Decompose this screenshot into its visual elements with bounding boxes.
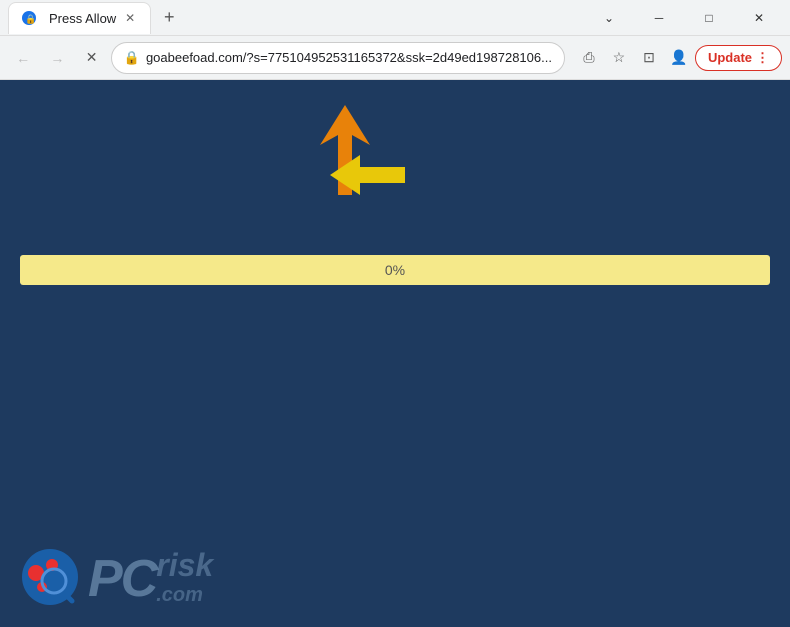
profile-button[interactable]: 👤 — [665, 44, 693, 72]
window-controls: ⌄ ─ □ ✕ — [586, 2, 782, 34]
url-action-buttons: ⎙ ☆ ⊡ 👤 Update ⋮ — [575, 44, 782, 72]
lock-icon: 🔒 — [124, 50, 140, 66]
pcrisk-pc-text: PC — [88, 553, 156, 605]
forward-button[interactable]: → — [42, 42, 72, 74]
minimize-button[interactable]: ─ — [636, 2, 682, 34]
browser-sync-button[interactable]: ⊡ — [635, 44, 663, 72]
url-text: goabeefoad.com/?s=775104952531165372&ssk… — [146, 50, 552, 65]
svg-text:🔒: 🔒 — [25, 14, 36, 24]
progress-container: 0% — [20, 255, 770, 285]
pcrisk-risk-text: risk — [156, 549, 213, 581]
bookmark-button[interactable]: ☆ — [605, 44, 633, 72]
tab-search-button[interactable]: ⌄ — [586, 2, 632, 34]
active-tab[interactable]: 🔒 Press Allow ✕ — [8, 2, 151, 34]
new-tab-button[interactable]: + — [155, 4, 183, 32]
pcrisk-domain-text: .com — [156, 585, 203, 605]
tab-title: Press Allow — [49, 11, 116, 26]
share-button[interactable]: ⎙ — [575, 44, 603, 72]
maximize-button[interactable]: □ — [686, 2, 732, 34]
close-button[interactable]: ✕ — [736, 2, 782, 34]
tab-favicon: 🔒 — [21, 10, 37, 26]
update-button[interactable]: Update ⋮ — [695, 45, 782, 71]
tab-close-button[interactable]: ✕ — [122, 10, 138, 26]
pcrisk-risk-group: risk .com — [156, 549, 213, 605]
yellow-arrow — [330, 155, 405, 200]
progress-bar: 0% — [20, 255, 770, 285]
pcrisk-logo: PC risk .com — [20, 547, 213, 607]
back-button[interactable]: ← — [8, 42, 38, 74]
reload-button[interactable]: ✕ — [77, 42, 107, 74]
pcrisk-text-group: PC risk .com — [88, 549, 213, 605]
update-menu-icon: ⋮ — [756, 50, 769, 66]
update-label: Update — [708, 50, 752, 65]
progress-text: 0% — [385, 262, 405, 278]
browser-content: 0% PC risk .com — [0, 80, 790, 627]
pcrisk-icon — [20, 547, 80, 607]
title-bar: 🔒 Press Allow ✕ + ⌄ ─ □ ✕ — [0, 0, 790, 36]
url-field[interactable]: 🔒 goabeefoad.com/?s=775104952531165372&s… — [111, 42, 565, 74]
address-bar: ← → ✕ 🔒 goabeefoad.com/?s=77510495253116… — [0, 36, 790, 80]
